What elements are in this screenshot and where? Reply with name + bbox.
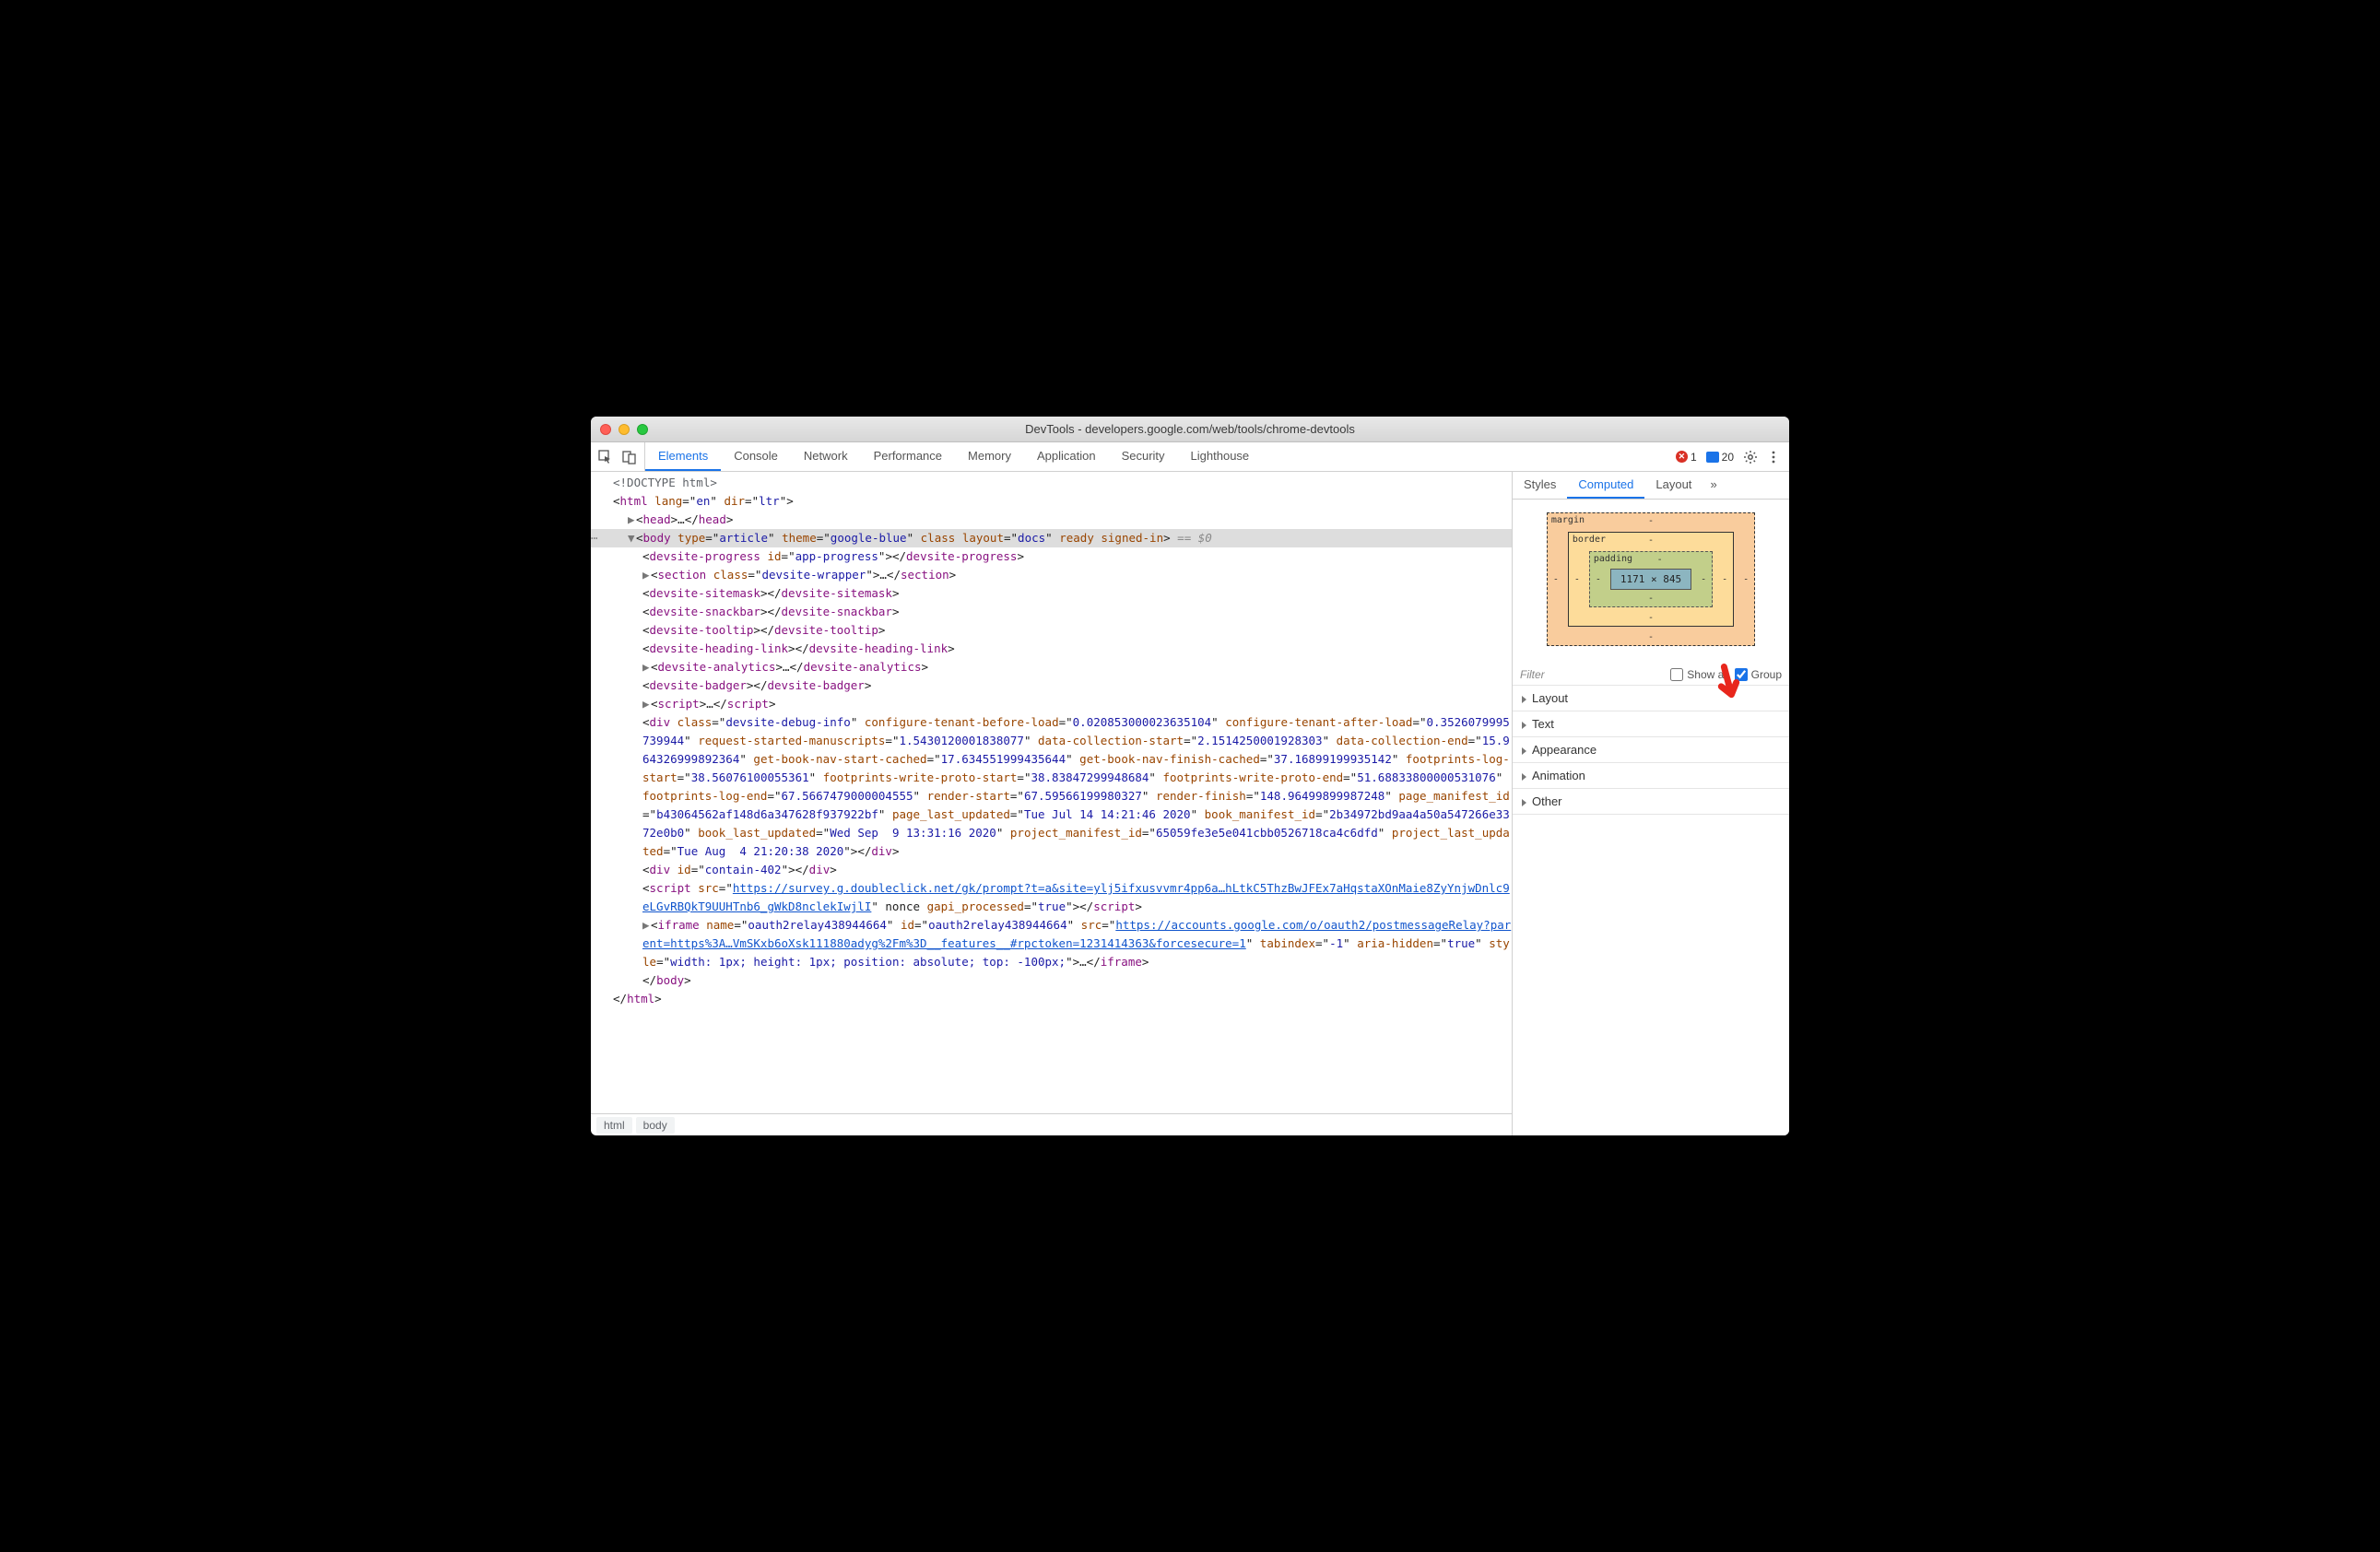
settings-icon[interactable] [1743,450,1758,464]
show-all-checkbox[interactable]: Show all [1670,668,1728,681]
tab-network[interactable]: Network [791,442,861,471]
tab-elements[interactable]: Elements [645,442,721,471]
more-menu-icon[interactable] [1767,450,1780,464]
box-model-diagram: margin - - - - border - - - - padding - [1513,500,1789,664]
computed-section-text[interactable]: Text [1513,711,1789,737]
close-window-button[interactable] [600,424,611,435]
dom-line[interactable]: <div class="devsite-debug-info" configur… [591,713,1512,861]
dom-line[interactable]: ⋯▼<body type="article" theme="google-blu… [591,529,1512,547]
sidebar-tab-styles[interactable]: Styles [1513,472,1567,499]
sidebar-tabs: StylesComputedLayout» [1513,472,1789,500]
dom-line[interactable]: <devsite-sitemask></devsite-sitemask> [591,584,1512,603]
window-title: DevTools - developers.google.com/web/too… [591,422,1789,436]
dom-line[interactable]: <devsite-badger></devsite-badger> [591,676,1512,695]
breadcrumb-html[interactable]: html [596,1117,632,1134]
styles-sidebar: StylesComputedLayout» margin - - - - bor… [1513,472,1789,1135]
dom-line[interactable]: <devsite-tooltip></devsite-tooltip> [591,621,1512,640]
tab-security[interactable]: Security [1109,442,1178,471]
computed-section-appearance[interactable]: Appearance [1513,737,1789,763]
minimize-window-button[interactable] [619,424,630,435]
elements-panel: <!DOCTYPE html><html lang="en" dir="ltr"… [591,472,1513,1135]
tab-application[interactable]: Application [1024,442,1109,471]
dom-line[interactable]: ▶<section class="devsite-wrapper">…</sec… [591,566,1512,584]
computed-section-animation[interactable]: Animation [1513,763,1789,789]
dom-line[interactable]: <devsite-snackbar></devsite-snackbar> [591,603,1512,621]
dom-line[interactable]: </html> [591,990,1512,1008]
dom-line[interactable]: <div id="contain-402"></div> [591,861,1512,879]
inspect-element-icon[interactable] [598,450,613,464]
main-toolbar: ElementsConsoleNetworkPerformanceMemoryA… [591,442,1789,472]
message-count[interactable]: 20 [1706,451,1734,464]
tab-memory[interactable]: Memory [955,442,1024,471]
error-icon: ✕ [1676,451,1688,463]
titlebar: DevTools - developers.google.com/web/too… [591,417,1789,442]
sidebar-tab-more-icon[interactable]: » [1703,472,1724,499]
window-controls [591,424,648,435]
tab-performance[interactable]: Performance [861,442,955,471]
dom-line[interactable]: ▶<script>…</script> [591,695,1512,713]
dom-line[interactable]: ▶<head>…</head> [591,511,1512,529]
dom-line[interactable]: <html lang="en" dir="ltr"> [591,492,1512,511]
filter-input[interactable]: Filter [1520,668,1665,681]
toolbar-right: ✕ 1 20 [1667,442,1789,471]
tab-lighthouse[interactable]: Lighthouse [1178,442,1263,471]
box-model-margin[interactable]: margin - - - - border - - - - padding - [1547,512,1755,646]
computed-property-groups: LayoutTextAppearanceAnimationOther [1513,686,1789,815]
message-icon [1706,452,1719,463]
content-area: <!DOCTYPE html><html lang="en" dir="ltr"… [591,472,1789,1135]
computed-filter-row: Filter Show all Group [1513,664,1789,686]
maximize-window-button[interactable] [637,424,648,435]
dom-line[interactable]: </body> [591,971,1512,990]
computed-section-layout[interactable]: Layout [1513,686,1789,711]
sidebar-tab-layout[interactable]: Layout [1644,472,1703,499]
sidebar-tab-computed[interactable]: Computed [1567,472,1644,499]
device-toolbar-icon[interactable] [622,450,637,464]
dom-line[interactable]: <!DOCTYPE html> [591,474,1512,492]
toolbar-left-icons [591,442,645,471]
dom-line[interactable]: ▶<devsite-analytics>…</devsite-analytics… [591,658,1512,676]
devtools-window: DevTools - developers.google.com/web/too… [591,417,1789,1135]
breadcrumb-body[interactable]: body [636,1117,675,1134]
dom-line[interactable]: ▶<iframe name="oauth2relay438944664" id=… [591,916,1512,971]
error-count[interactable]: ✕ 1 [1676,451,1697,464]
group-checkbox[interactable]: Group [1735,668,1782,681]
box-model-content[interactable]: 1171 × 845 [1610,569,1691,590]
box-model-border[interactable]: border - - - - padding - - - - 1171 × 84… [1568,532,1734,627]
dom-line[interactable]: <devsite-progress id="app-progress"></de… [591,547,1512,566]
dom-tree[interactable]: <!DOCTYPE html><html lang="en" dir="ltr"… [591,472,1512,1113]
computed-section-other[interactable]: Other [1513,789,1789,815]
dom-line[interactable]: <script src="https://survey.g.doubleclic… [591,879,1512,916]
breadcrumb: htmlbody [591,1113,1512,1135]
tab-console[interactable]: Console [721,442,791,471]
panel-tabs: ElementsConsoleNetworkPerformanceMemoryA… [645,442,1667,471]
dom-line[interactable]: <devsite-heading-link></devsite-heading-… [591,640,1512,658]
box-model-padding[interactable]: padding - - - - 1171 × 845 [1589,551,1713,607]
